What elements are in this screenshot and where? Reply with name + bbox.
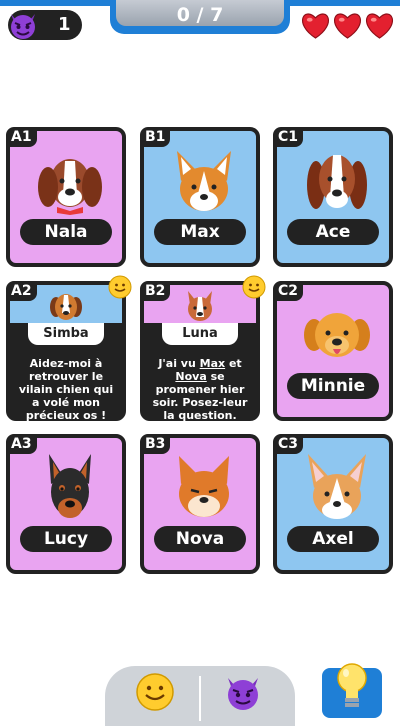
clue-text-part: et [225,357,242,370]
heart-icon [334,13,361,39]
smiley-icon [108,275,132,299]
heart-icon [366,13,393,39]
card-tag: C1 [273,127,304,147]
clue-card-b2[interactable]: B2 Luna J'ai vu Max et Nova se promener … [140,275,266,422]
card-name: Simba [28,323,104,345]
devil-icon [11,14,35,39]
card-tag: A2 [6,281,37,301]
progress-text: 0 / 7 [116,0,284,26]
card-b3[interactable]: B3 Nova [140,434,260,574]
clue-text-part: J'ai vu [158,357,200,370]
clue-name-link: Nova [175,370,207,383]
card-name: Nova [154,526,246,552]
devil-icon[interactable] [223,672,263,712]
beagle-dog-icon [50,294,82,320]
golden-dog-icon [304,313,370,357]
basset-dog-icon [38,159,102,215]
card-tag: B3 [140,434,171,454]
clue-text: J'ai vu Max et Nova se promener hier soi… [148,357,252,422]
clue-text: Aidez-moi à retrouver le vilain chien qu… [18,357,114,422]
lightbulb-icon [337,663,367,707]
card-c3[interactable]: C3 Axel [273,434,393,574]
progress-indicator: 0 / 7 [110,0,290,34]
card-tag: A1 [6,127,37,147]
heart-icon [302,13,329,39]
card-tag: A3 [6,434,37,454]
card-c1[interactable]: C1 Ace [273,127,393,267]
card-name: Ace [287,219,379,245]
card-tag: C3 [273,434,304,454]
smiley-icon[interactable] [135,672,175,712]
card-name: Axel [287,526,379,552]
corgi-white-dog-icon [308,454,366,519]
card-name: Lucy [20,526,112,552]
card-c2[interactable]: C2 Minnie [273,281,393,421]
lives [301,12,394,39]
card-a3[interactable]: A3 Lucy [6,434,126,574]
divider [199,676,201,721]
card-a1[interactable]: A1 Nala [6,127,126,267]
shiba-dog-icon [179,456,229,517]
card-name: Max [154,219,246,245]
clue-card-a2[interactable]: A2 Simba Aidez-moi à retrouver le vilain… [6,275,132,422]
card-name: Minnie [287,373,379,399]
doberman-dog-icon [49,454,91,518]
clue-name-link: Max [199,357,226,370]
card-tag: B1 [140,127,171,147]
smiley-icon [242,275,266,299]
devil-count: 1 [58,14,71,35]
frenchie-dog-icon [188,291,212,321]
devil-counter: 1 [8,10,82,40]
card-name: Nala [20,219,112,245]
card-tag: C2 [273,281,304,301]
bloodhound-dog-icon [307,155,367,209]
card-tag: B2 [140,281,171,301]
card-name: Luna [162,323,238,345]
corgi-dog-icon [177,151,231,211]
answer-buttons [105,666,295,726]
card-b1[interactable]: B1 Max [140,127,260,267]
